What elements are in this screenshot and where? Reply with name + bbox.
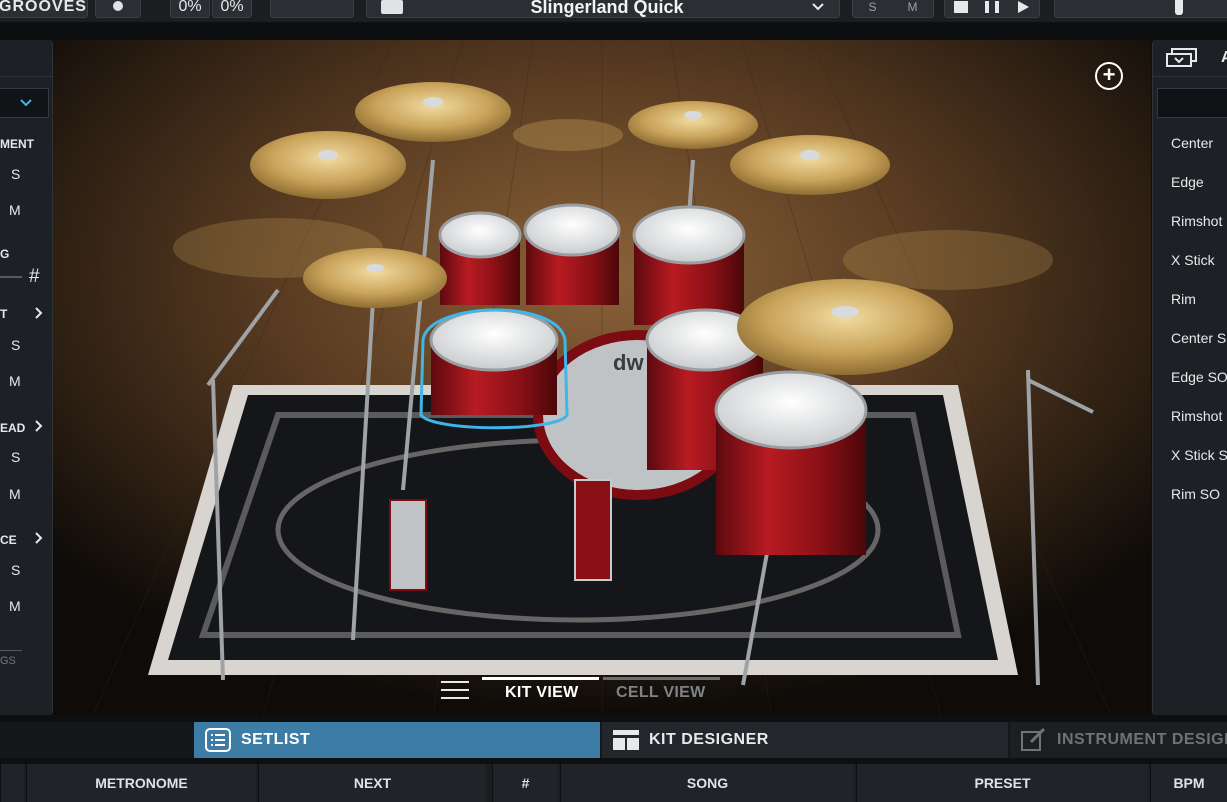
right-sidebar: A Center Edge Rimshot X Stick Rim Center… xyxy=(1152,40,1227,715)
mute-button[interactable]: M xyxy=(9,202,21,218)
gear-icon xyxy=(113,1,123,11)
solo-button[interactable]: S xyxy=(868,0,876,14)
pause-icon[interactable] xyxy=(984,1,999,13)
crash-cymbal-2 xyxy=(250,131,406,199)
solo-button[interactable]: S xyxy=(11,337,20,353)
chevron-right-icon[interactable] xyxy=(35,420,43,432)
section-label: CE xyxy=(0,533,17,547)
chevron-down-icon xyxy=(812,3,824,11)
articulation-item[interactable]: X Stick xyxy=(1171,252,1215,268)
left-sidebar-header xyxy=(0,40,52,77)
cell-view-underline xyxy=(603,677,720,680)
setlist-header: METRONOME NEXT # SONG PRESET BPM xyxy=(0,764,1227,802)
tab-cell-view[interactable]: CELL VIEW xyxy=(616,684,706,702)
column-header-preset[interactable]: PRESET xyxy=(856,764,1148,802)
ghost-cymbal xyxy=(513,119,623,151)
ride-cymbal xyxy=(737,279,953,375)
kit-view-stage: dw + KIT VIEW CELL VIEW xyxy=(53,40,1151,715)
meter-display xyxy=(270,0,354,18)
column-header-bpm[interactable]: BPM xyxy=(1150,764,1227,802)
gear-button[interactable] xyxy=(95,0,141,18)
percent-b-display: 0% xyxy=(212,0,252,18)
articulation-item[interactable]: Rim SO xyxy=(1171,486,1220,502)
tab-kit-designer[interactable]: KIT DESIGNER xyxy=(602,722,1008,758)
kit-designer-icon xyxy=(613,730,639,750)
solo-button[interactable]: S xyxy=(11,562,20,578)
solo-button[interactable]: S xyxy=(11,449,20,465)
tab-setlist[interactable]: SETLIST xyxy=(194,722,600,758)
solo-button[interactable]: S xyxy=(11,166,20,182)
section-label: MENT xyxy=(0,137,34,151)
section-label: G xyxy=(0,247,10,261)
preset-icon xyxy=(381,0,403,14)
tempo-slider[interactable] xyxy=(1054,0,1227,18)
mute-button[interactable]: M xyxy=(9,373,21,389)
slider-handle[interactable] xyxy=(1175,0,1183,15)
play-icon[interactable] xyxy=(1016,0,1030,14)
kit-view-underline xyxy=(482,677,599,680)
articulation-item[interactable]: Rimshot S xyxy=(1171,408,1227,424)
articulation-item[interactable]: Rimshot xyxy=(1171,213,1222,229)
slider-track[interactable] xyxy=(0,276,22,278)
tab-kit-view[interactable]: KIT VIEW xyxy=(505,684,579,702)
section-label: EAD xyxy=(0,421,26,435)
hihat-cymbal xyxy=(303,248,447,308)
bottom-tab-bar: SETLIST KIT DESIGNER INSTRUMENT DESIGN xyxy=(0,722,1227,758)
column-header xyxy=(0,764,24,802)
divider xyxy=(0,650,22,651)
articulation-item[interactable]: Center SO xyxy=(1171,330,1227,346)
crash-cymbal-3 xyxy=(628,101,758,149)
solo-mute-group: S M xyxy=(852,0,934,18)
mute-button[interactable]: M xyxy=(9,598,21,614)
left-sidebar: MENT S M G # T S M EAD S M CE S M GS xyxy=(0,40,53,715)
hihat-pedal xyxy=(389,499,427,591)
chevron-right-icon[interactable] xyxy=(35,307,43,319)
edit-icon xyxy=(1021,728,1046,751)
articulation-item[interactable]: Edge SO xyxy=(1171,369,1227,385)
column-header-next[interactable]: NEXT xyxy=(258,764,486,802)
articulation-item[interactable]: X Stick S xyxy=(1171,447,1227,463)
stop-icon[interactable] xyxy=(953,1,968,13)
section-label: T xyxy=(0,307,8,321)
column-header-song[interactable]: SONG xyxy=(560,764,854,802)
mute-button[interactable]: M xyxy=(907,0,917,14)
articulation-item[interactable]: Center xyxy=(1171,135,1213,151)
column-header-number[interactable]: # xyxy=(492,764,558,802)
bass-pedal xyxy=(574,479,612,581)
crash-cymbal-1 xyxy=(355,82,511,142)
tab-instrument-designer[interactable]: INSTRUMENT DESIGN xyxy=(1010,722,1227,758)
articulation-item[interactable]: Rim xyxy=(1171,291,1196,307)
transport-controls xyxy=(944,0,1040,18)
plus-icon: + xyxy=(1102,62,1116,87)
articulation-item[interactable]: Edge xyxy=(1171,174,1204,190)
left-dropdown[interactable] xyxy=(0,88,49,118)
chevron-right-icon[interactable] xyxy=(35,532,43,544)
dw-logo: dw xyxy=(613,350,644,375)
articulation-selector[interactable] xyxy=(1157,88,1227,118)
menu-icon[interactable] xyxy=(441,679,469,699)
top-toolbar: GROOVES 0% 0% Slingerland Quick S M xyxy=(0,0,1227,22)
hash-icon[interactable]: # xyxy=(29,266,40,288)
right-sidebar-header: A xyxy=(1153,40,1227,77)
preset-name: Slingerland Quick xyxy=(530,0,684,17)
percent-a-display: 0% xyxy=(170,0,210,18)
list-icon xyxy=(205,728,231,752)
mute-button[interactable]: M xyxy=(9,486,21,502)
splash-cymbal xyxy=(730,135,890,195)
chevron-down-icon xyxy=(20,99,32,107)
articulation-view-icon[interactable] xyxy=(1166,48,1198,68)
preset-selector[interactable]: Slingerland Quick xyxy=(366,0,840,18)
left-footer-label[interactable]: GS xyxy=(0,655,16,667)
add-button[interactable]: + xyxy=(1095,62,1123,90)
drum-kit-illustration: dw xyxy=(53,40,1151,715)
grooves-button[interactable]: GROOVES xyxy=(0,0,88,18)
column-header-metronome[interactable]: METRONOME xyxy=(26,764,256,802)
